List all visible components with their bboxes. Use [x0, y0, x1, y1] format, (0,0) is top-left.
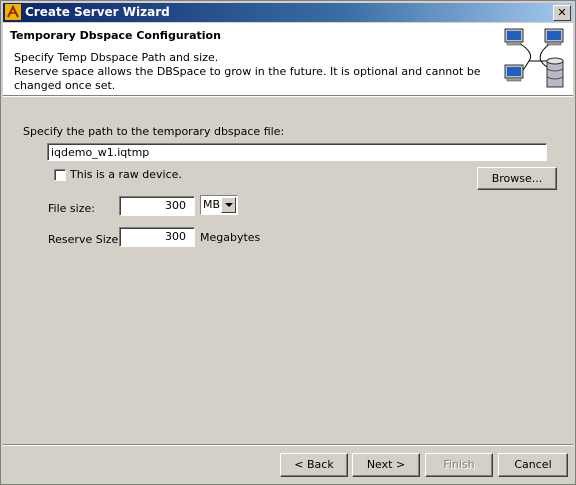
next-button[interactable]: Next >	[352, 453, 420, 477]
back-button[interactable]: < Back	[280, 453, 348, 477]
path-input-value: iqdemo_w1.iqtmp	[51, 146, 150, 159]
finish-button[interactable]: Finish	[425, 453, 493, 477]
file-size-label: File size:	[48, 202, 95, 215]
description-line-2: Reserve space allows the DBSpace to grow…	[14, 65, 481, 92]
reserve-size-label: Reserve Size:	[48, 233, 122, 246]
file-size-unit-select[interactable]: MB	[200, 195, 238, 215]
wizard-header: Temporary Dbspace Configuration Specify …	[3, 23, 573, 96]
raw-device-checkbox[interactable]	[54, 169, 66, 181]
chevron-down-icon[interactable]	[221, 197, 236, 213]
reserve-size-unit: Megabytes	[200, 231, 261, 244]
description-line-1: Specify Temp Dbspace Path and size.	[14, 51, 219, 64]
reserve-size-value: 300	[165, 230, 186, 243]
network-database-icon	[504, 28, 564, 88]
footer-divider-highlight	[3, 445, 573, 446]
wizard-window: Create Server Wizard ✕ Temporary Dbspace…	[0, 0, 576, 485]
header-divider	[3, 96, 573, 97]
path-input[interactable]: iqdemo_w1.iqtmp	[47, 143, 547, 161]
page-title: Temporary Dbspace Configuration	[10, 29, 221, 42]
raw-device-label[interactable]: This is a raw device.	[70, 168, 182, 181]
app-icon	[5, 4, 21, 20]
path-label: Specify the path to the temporary dbspac…	[23, 125, 285, 138]
cancel-button[interactable]: Cancel	[498, 453, 568, 477]
file-size-input[interactable]: 300	[119, 196, 195, 216]
file-size-value: 300	[165, 199, 186, 212]
file-size-unit-value: MB	[203, 198, 221, 211]
page-description: Specify Temp Dbspace Path and size. Rese…	[14, 51, 484, 93]
close-button[interactable]: ✕	[553, 5, 571, 21]
title-bar[interactable]: Create Server Wizard ✕	[3, 3, 573, 22]
browse-button[interactable]: Browse...	[477, 167, 557, 190]
close-icon: ✕	[557, 6, 567, 19]
window-title: Create Server Wizard	[25, 5, 170, 19]
reserve-size-input[interactable]: 300	[119, 227, 195, 247]
